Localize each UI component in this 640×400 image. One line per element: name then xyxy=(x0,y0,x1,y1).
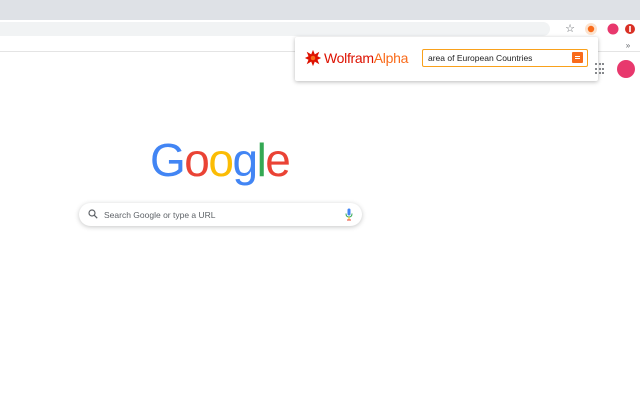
wolframalpha-logo: WolframAlpha xyxy=(304,48,408,68)
chrome-menu-icon[interactable] xyxy=(623,22,637,36)
ntp-search-box[interactable] xyxy=(79,203,362,226)
apps-grid-icon[interactable] xyxy=(595,63,607,75)
logo-text-wolfram: Wolfram xyxy=(324,50,374,66)
google-logo: Google xyxy=(150,132,292,188)
tab-strip xyxy=(0,0,640,20)
search-input[interactable] xyxy=(104,207,329,222)
wolframalpha-popup: WolframAlpha xyxy=(295,37,598,81)
avatar[interactable] xyxy=(617,60,635,78)
logo-letter: e xyxy=(265,134,291,186)
logo-letter: l xyxy=(256,134,267,186)
logo-letter: o xyxy=(208,134,234,186)
logo-letter: G xyxy=(150,134,186,186)
wolfram-submit-button[interactable] xyxy=(572,52,583,63)
chevron-down-icon[interactable]: » xyxy=(622,40,634,50)
wolframalpha-extension-icon[interactable] xyxy=(584,22,598,36)
wolfram-query-input[interactable] xyxy=(428,50,566,65)
search-icon xyxy=(88,209,98,219)
wolfram-query-box xyxy=(422,49,588,67)
wolframalpha-logo-text: WolframAlpha xyxy=(324,48,408,68)
wolfram-spikey-icon xyxy=(304,49,322,67)
microphone-icon[interactable] xyxy=(345,208,353,221)
address-bar[interactable] xyxy=(0,22,550,36)
logo-letter: o xyxy=(184,134,210,186)
profile-extension-icon[interactable] xyxy=(606,22,620,36)
logo-text-alpha: Alpha xyxy=(373,50,409,66)
logo-letter: g xyxy=(232,134,258,186)
star-icon[interactable]: ☆ xyxy=(563,22,577,36)
